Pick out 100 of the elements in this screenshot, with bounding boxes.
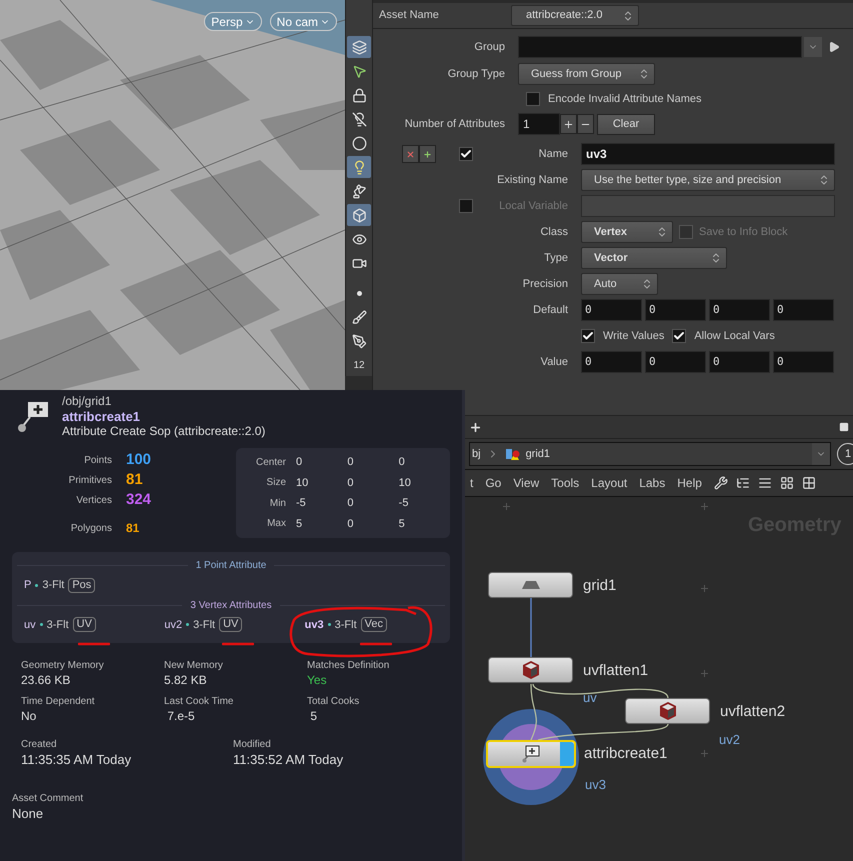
bounds-value: 0 bbox=[347, 476, 354, 490]
menu-item[interactable]: t bbox=[470, 474, 474, 492]
color-grid-icon bbox=[780, 476, 794, 490]
bounds-value: 0 bbox=[347, 455, 354, 470]
bounds-value: -5 bbox=[398, 496, 410, 511]
maximize-icon bbox=[839, 422, 849, 432]
asset-name-menu[interactable]: attribcreate::2.0 bbox=[511, 5, 639, 26]
delete-attribute-button[interactable] bbox=[402, 145, 419, 163]
detail-value: 11:35:52 AM Today bbox=[233, 752, 344, 767]
bounds-value: 5 bbox=[398, 516, 406, 532]
bounds-label: Min bbox=[268, 496, 286, 511]
detail-label: Total Cooks bbox=[307, 695, 360, 709]
node-type: Attribute Create Sop (attribcreate::2.0) bbox=[62, 424, 266, 439]
detail-value: 7.e-5 bbox=[166, 709, 196, 723]
stat-label: Polygons bbox=[70, 522, 112, 536]
attribute-type: 3-Flt bbox=[42, 578, 64, 593]
node-name: uvflatten1 bbox=[583, 661, 648, 681]
stat-label: Vertices bbox=[75, 494, 112, 508]
parameter-label: Group bbox=[473, 40, 506, 55]
path-segment[interactable]: grid1 bbox=[526, 446, 806, 462]
plus-icon bbox=[423, 150, 432, 158]
output-label: uv3 bbox=[585, 776, 606, 794]
cube-icon bbox=[522, 661, 538, 679]
add-button[interactable] bbox=[560, 114, 577, 134]
menu-item[interactable]: Tools bbox=[551, 474, 580, 492]
menu-item[interactable]: Go bbox=[485, 474, 502, 492]
parameter-label: Local Variable bbox=[498, 198, 569, 214]
menu-item[interactable]: Layout bbox=[591, 474, 628, 492]
underline-mark bbox=[360, 642, 392, 646]
node-name: uvflatten2 bbox=[720, 702, 786, 722]
text-field[interactable] bbox=[581, 195, 835, 217]
checkbox[interactable] bbox=[672, 329, 686, 343]
parameter-label: Number of Attributes bbox=[404, 116, 506, 132]
parameter-label: Class bbox=[539, 224, 569, 240]
parameter-label: Group Type bbox=[446, 66, 506, 82]
number-field[interactable]: 0 bbox=[773, 351, 834, 373]
parameter-label: Existing Name bbox=[496, 172, 569, 188]
dropdown-menu[interactable]: Vertex bbox=[581, 221, 673, 243]
node-path: /obj/grid1 bbox=[62, 394, 112, 409]
dropdown-menu[interactable]: Guess from Group bbox=[518, 63, 655, 85]
layers-button[interactable] bbox=[347, 36, 371, 58]
network-node[interactable] bbox=[488, 657, 573, 683]
dropdown-menu[interactable]: Auto bbox=[581, 273, 658, 295]
menu-item[interactable]: Help bbox=[677, 474, 702, 492]
point-numbers-button[interactable]: 12 bbox=[347, 354, 371, 376]
attribute-tag: UV bbox=[72, 617, 96, 632]
spinner-icon bbox=[710, 252, 722, 264]
network-node[interactable] bbox=[625, 698, 710, 724]
attribute-type: 3-Flt bbox=[334, 618, 357, 632]
attribute-group-title: 1 Point Attribute bbox=[196, 559, 266, 573]
checkbox[interactable] bbox=[526, 92, 540, 106]
grid-marker-icon bbox=[701, 585, 708, 592]
menu-item[interactable]: Labs bbox=[639, 474, 666, 492]
detail-label: Time Dependent bbox=[21, 695, 96, 709]
number-field[interactable]: 0 bbox=[709, 351, 770, 373]
stat-value: 81 bbox=[126, 470, 144, 490]
text-field[interactable]: uv3 bbox=[581, 143, 835, 165]
detail-value: 23.66 KB bbox=[21, 673, 72, 687]
sphere-icon bbox=[352, 136, 366, 150]
lightbulb-button[interactable] bbox=[347, 156, 371, 178]
plane-icon bbox=[522, 581, 540, 589]
bounds-value: 0 bbox=[347, 516, 354, 532]
path-bar[interactable]: bj grid1 bbox=[469, 442, 831, 466]
node-name: attribcreate1 bbox=[584, 744, 668, 764]
detail-value: No bbox=[21, 709, 38, 723]
detail-label: Matches Definition bbox=[307, 659, 390, 673]
cube-button[interactable] bbox=[347, 204, 371, 226]
count-field[interactable]: 1 bbox=[518, 113, 560, 135]
bounds-value: 0 bbox=[296, 455, 304, 470]
number-field[interactable]: 0 bbox=[581, 351, 642, 373]
parameter-label: Default bbox=[532, 302, 569, 318]
path-segment[interactable]: bj bbox=[472, 446, 481, 462]
number-field[interactable]: 0 bbox=[645, 299, 706, 321]
insert-attribute-button[interactable] bbox=[419, 145, 436, 163]
new-tab-icon bbox=[469, 420, 482, 434]
node-name: grid1 bbox=[583, 576, 616, 596]
number-field[interactable]: 0 bbox=[773, 299, 834, 321]
number-field[interactable]: 0 bbox=[709, 299, 770, 321]
number-field[interactable]: 0 bbox=[645, 351, 706, 373]
remove-button[interactable] bbox=[577, 114, 594, 134]
pin-button[interactable]: 1 bbox=[837, 443, 853, 465]
check-icon bbox=[460, 148, 472, 160]
dropdown-menu[interactable]: Vector bbox=[581, 247, 727, 269]
clear-button[interactable]: Clear bbox=[597, 114, 655, 134]
number-field[interactable]: 0 bbox=[581, 299, 642, 321]
underline-mark bbox=[78, 642, 110, 646]
attribute-tag: UV bbox=[219, 617, 242, 632]
detail-value: 5 bbox=[309, 709, 318, 723]
bounds-value: 10 bbox=[398, 476, 412, 490]
display-flag bbox=[560, 742, 574, 766]
group-field[interactable] bbox=[518, 36, 802, 58]
attribute-type: 3-Flt bbox=[193, 618, 216, 632]
grid-marker-icon bbox=[701, 670, 708, 677]
menu-item[interactable]: View bbox=[513, 474, 540, 492]
bounds-value: 0 bbox=[398, 455, 406, 470]
network-node[interactable] bbox=[488, 572, 573, 598]
checkbox[interactable] bbox=[581, 329, 595, 343]
checkbox[interactable] bbox=[459, 147, 473, 161]
dropdown-menu[interactable]: Use the better type, size and precision bbox=[581, 169, 835, 191]
lightbulb-off-icon bbox=[352, 112, 366, 126]
